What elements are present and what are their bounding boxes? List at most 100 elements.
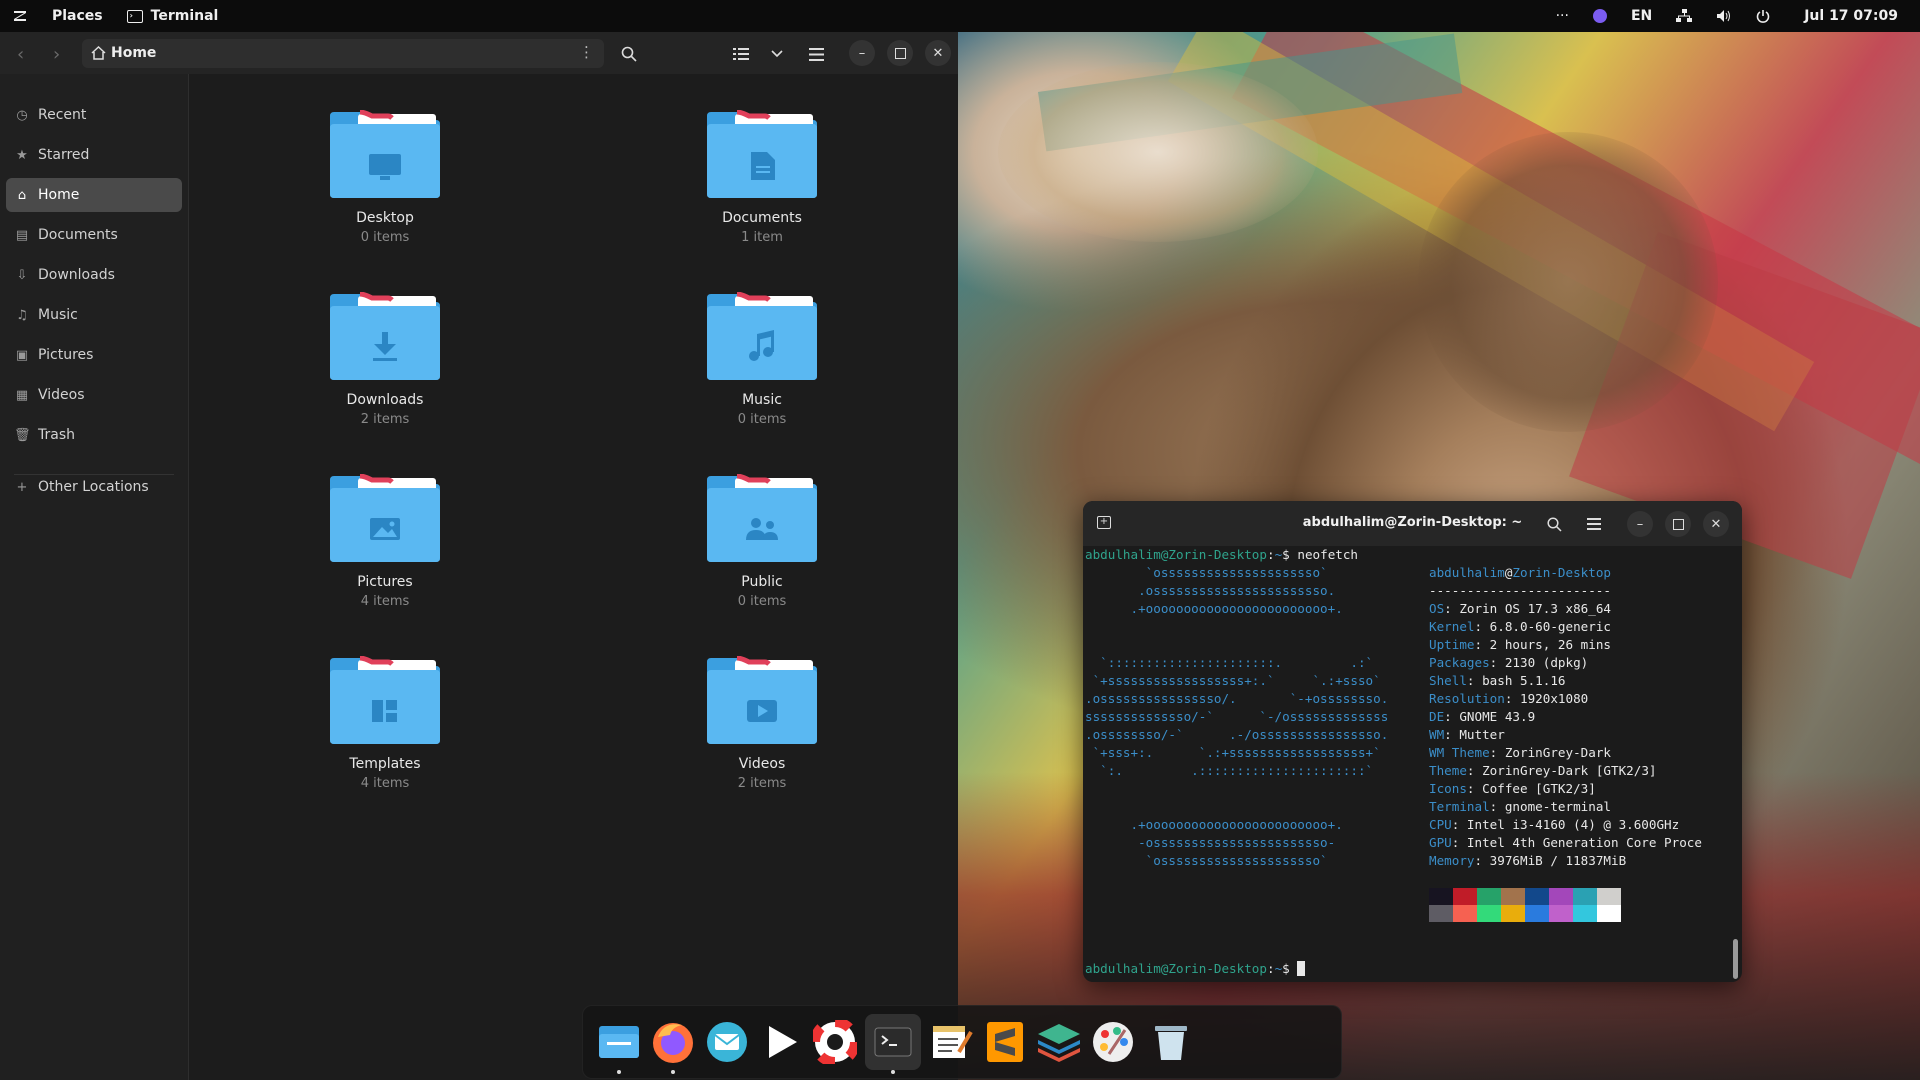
network-icon[interactable] [1664,0,1704,32]
folder-videos[interactable]: Videos 2 items [662,648,862,818]
dock-sublime-text[interactable] [977,1014,1033,1070]
list-view-button[interactable] [728,41,754,67]
dock-files[interactable] [591,1014,647,1074]
folder-documents[interactable]: Documents 1 item [662,102,862,272]
sidebar-item-label: Starred [38,147,90,163]
sidebar-item-other-locations[interactable]: + Other Locations [6,470,182,504]
places-menu[interactable]: Places [40,0,115,32]
search-button[interactable] [616,41,642,67]
tray-app-icon[interactable] [1581,0,1619,32]
terminal-minimize-button[interactable]: – [1627,511,1653,537]
sidebar-item-downloads[interactable]: ⇩ Downloads [6,258,182,292]
volume-icon[interactable] [1704,0,1744,32]
folder-name: Templates [349,756,421,772]
folder-icon [707,474,817,562]
sidebar-item-trash[interactable]: 🗑 Trash [6,418,182,452]
folder-item-count: 0 items [737,594,787,609]
terminal-scrollbar[interactable] [1733,939,1738,979]
folder-desktop[interactable]: Desktop 0 items [285,102,485,272]
sidebar-item-home[interactable]: ⌂ Home [6,178,182,212]
path-menu-icon[interactable]: ⋮ [579,43,594,61]
sidebar-item-label: Trash [38,427,75,443]
logo-line: -osssssssssssssssssssssso- [1085,835,1336,850]
maximize-icon [1672,518,1684,530]
terminal-maximize-button[interactable] [1665,511,1691,537]
folder-name: Documents [722,210,802,226]
sidebar-item-pictures[interactable]: ▣ Pictures [6,338,182,372]
keyboard-layout-indicator[interactable]: EN [1619,0,1664,32]
palette-swatch [1573,905,1597,922]
view-options-button[interactable] [764,41,790,67]
back-button[interactable]: ‹ [17,44,24,65]
terminal-headerbar: + abdulhalim@Zorin-Desktop: ~ – ✕ [1083,501,1742,546]
minimize-button[interactable]: – [849,40,875,66]
close-button[interactable]: ✕ [925,40,951,66]
palette-swatch [1597,888,1621,905]
terminal-window[interactable]: + abdulhalim@Zorin-Desktop: ~ – ✕ abdulh… [1083,501,1742,982]
palette-swatch [1573,888,1597,905]
dock-firefox[interactable] [645,1014,701,1074]
palette-swatch [1429,905,1453,922]
path-label: Home [111,45,157,61]
dock-video-player[interactable] [753,1014,809,1070]
folder-icon [330,110,440,198]
close-icon: ✕ [932,45,944,61]
logo-line: .+oooooooooooooooooooooooo+. [1085,601,1343,616]
paint-palette-icon [1093,1022,1133,1062]
dock-mail[interactable] [699,1014,755,1070]
terminal-app-icon: › [126,9,143,23]
document-icon: ▤ [15,227,29,243]
neofetch-info-row: Uptime: 2 hours, 26 mins [1429,637,1611,652]
terminal-menu-button[interactable] [1581,511,1607,537]
overflow-indicator[interactable]: ··· [1544,0,1581,32]
dock-paint[interactable] [1085,1014,1141,1070]
logo-line: .osssssssssssssssssssssso. [1085,583,1336,598]
active-app-label: Terminal [150,8,219,24]
neofetch-info-row: Resolution: 1920x1080 [1429,691,1589,706]
plus-icon: + [16,479,28,495]
folder-public[interactable]: Public 0 items [662,466,862,636]
main-menu-button[interactable] [803,41,829,67]
folder-downloads[interactable]: Downloads 2 items [285,284,485,454]
dock-layers-app[interactable] [1031,1014,1087,1070]
zorin-menu-button[interactable] [0,0,40,32]
cursor [1297,961,1306,976]
close-icon: ✕ [1710,516,1722,532]
maximize-button[interactable] [887,40,913,66]
power-icon[interactable] [1744,0,1782,32]
terminal-search-button[interactable] [1541,511,1567,537]
hamburger-menu-icon [1587,518,1601,530]
path-bar[interactable]: Home ⋮ [82,39,604,68]
star-icon: ★ [16,147,28,163]
dock [582,1005,1342,1079]
dock-help[interactable] [807,1014,863,1070]
sidebar-item-documents[interactable]: ▤ Documents [6,218,182,252]
sidebar-item-starred[interactable]: ★ Starred [6,138,182,172]
palette-swatch [1525,905,1549,922]
folder-templates[interactable]: Templates 4 items [285,648,485,818]
folder-pictures[interactable]: Pictures 4 items [285,466,485,636]
play-icon [747,700,777,722]
folder-item-count: 2 items [737,776,787,791]
terminal-output[interactable]: abdulhalim@Zorin-Desktop:~$ neofetch `os… [1085,546,1725,982]
clock[interactable]: Jul 17 07:09 [1782,0,1920,32]
folder-music[interactable]: Music 0 items [662,284,862,454]
logo-line: `osssssssssssssssssssso` [1085,565,1328,580]
neofetch-info-row: Shell: bash 5.1.16 [1429,673,1566,688]
dock-trash[interactable] [1143,1014,1199,1070]
terminal-app-icon [874,1027,912,1057]
sidebar-item-recent[interactable]: ◷ Recent [6,98,182,132]
forward-button[interactable]: › [53,44,60,65]
active-app-menu[interactable]: › Terminal [115,0,231,32]
folder-name: Pictures [357,574,413,590]
prompt-line: abdulhalim@Zorin-Desktop:~$ [1085,960,1306,978]
dock-text-editor[interactable] [923,1014,979,1070]
neofetch-user-host: abdulhalim@Zorin-Desktop [1429,565,1611,580]
sidebar-item-music[interactable]: ♫ Music [6,298,182,332]
terminal-close-button[interactable]: ✕ [1703,511,1729,537]
palette-swatch [1597,905,1621,922]
dock-terminal[interactable] [865,1014,921,1074]
folder-name: Public [741,574,783,590]
neofetch-info-row: CPU: Intel i3-4160 (4) @ 3.600GHz [1429,817,1680,832]
sidebar-item-videos[interactable]: ▦ Videos [6,378,182,412]
